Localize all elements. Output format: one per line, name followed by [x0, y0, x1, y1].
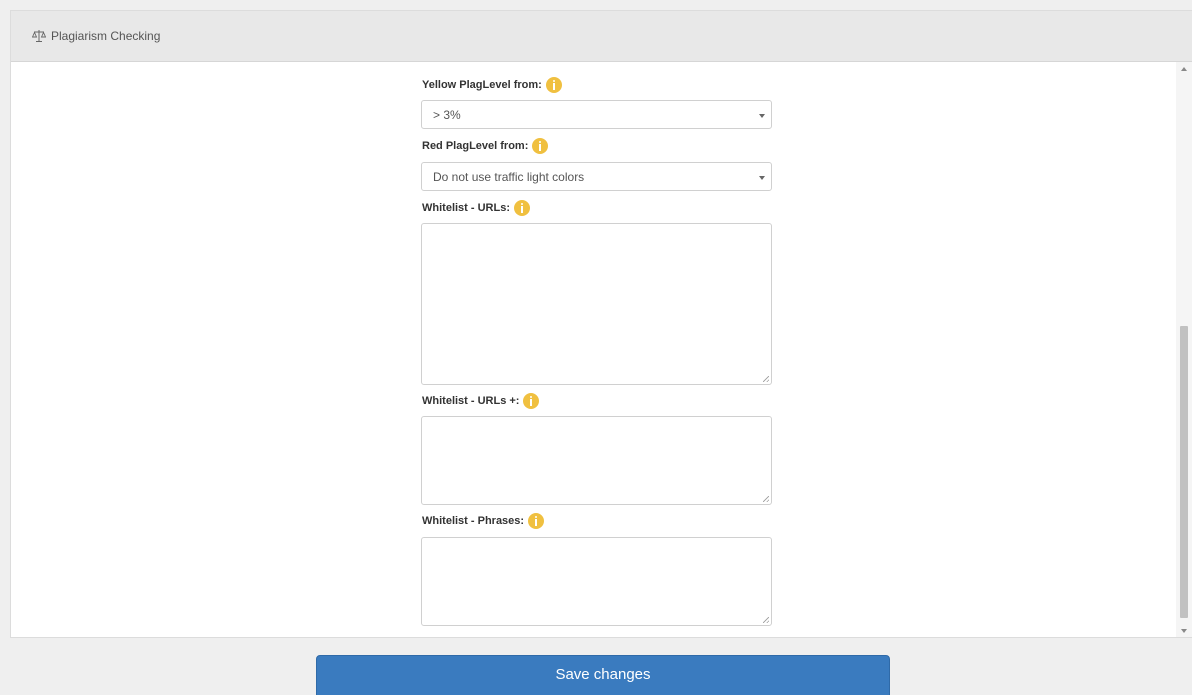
yellow-level-label: Yellow PlagLevel from:	[422, 77, 562, 93]
panel-scrollbar[interactable]	[1176, 62, 1192, 637]
info-icon[interactable]	[545, 77, 562, 93]
resize-handle-icon[interactable]	[763, 376, 769, 382]
whitelist-phrases-textarea[interactable]	[421, 537, 772, 626]
chevron-down-icon	[759, 176, 765, 180]
save-button[interactable]: Save changes	[316, 655, 890, 695]
info-icon[interactable]	[523, 393, 540, 409]
whitelist-urls-textarea[interactable]	[421, 223, 772, 385]
whitelist-urls-plus-label: Whitelist - URLs +:	[422, 393, 540, 409]
panel-title: Plagiarism Checking	[51, 29, 161, 43]
yellow-level-label-text: Yellow PlagLevel from:	[422, 79, 542, 91]
red-level-value: Do not use traffic light colors	[433, 169, 585, 184]
chevron-down-icon	[759, 114, 765, 118]
resize-handle-icon[interactable]	[763, 496, 769, 502]
balance-scale-icon	[31, 29, 47, 43]
scroll-down-icon[interactable]	[1181, 629, 1187, 633]
panel-header: Plagiarism Checking	[11, 11, 1192, 62]
yellow-level-select[interactable]: > 3%	[421, 100, 772, 129]
whitelist-phrases-label-text: Whitelist - Phrases:	[422, 515, 525, 527]
whitelist-urls-plus-textarea[interactable]	[421, 416, 772, 505]
scroll-thumb[interactable]	[1180, 326, 1188, 618]
whitelist-urls-label-text: Whitelist - URLs:	[422, 202, 510, 214]
info-icon[interactable]	[514, 200, 530, 216]
red-level-select[interactable]: Do not use traffic light colors	[421, 162, 772, 191]
whitelist-urls-label: Whitelist - URLs:	[422, 200, 530, 216]
red-level-label: Red PlagLevel from:	[422, 138, 549, 154]
save-button-label: Save changes	[555, 666, 651, 683]
settings-page: Plagiarism Checking Yellow PlagLevel fro…	[0, 0, 1192, 695]
red-level-label-text: Red PlagLevel from:	[422, 140, 529, 152]
whitelist-phrases-label: Whitelist - Phrases:	[422, 513, 545, 529]
resize-handle-icon[interactable]	[763, 617, 769, 623]
info-icon[interactable]	[528, 513, 545, 529]
whitelist-urls-plus-label-text: Whitelist - URLs +:	[422, 395, 520, 407]
info-icon[interactable]	[532, 138, 549, 154]
scroll-up-icon[interactable]	[1181, 67, 1187, 71]
panel-body: Yellow PlagLevel from: > 3% Red PlagLeve…	[11, 62, 1177, 637]
plagiarism-panel: Plagiarism Checking Yellow PlagLevel fro…	[10, 10, 1192, 638]
yellow-level-value: > 3%	[433, 107, 461, 122]
